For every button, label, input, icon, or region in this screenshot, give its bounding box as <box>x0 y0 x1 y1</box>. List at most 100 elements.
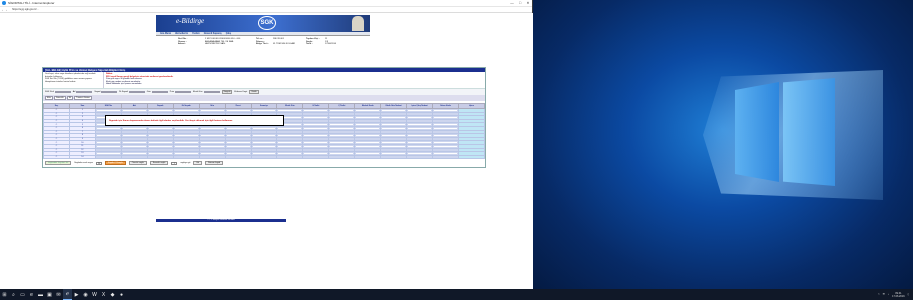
chevron-up-icon[interactable]: ˄ <box>878 293 879 296</box>
refresh-button[interactable]: Yenile <box>249 90 259 94</box>
period-record-button[interactable]: Dönem kaydı <box>204 161 224 166</box>
grid-cell-input[interactable] <box>94 154 122 160</box>
goto-button[interactable]: Git <box>193 161 202 166</box>
edge-icon[interactable]: e <box>27 289 36 300</box>
cell-field[interactable] <box>173 155 199 159</box>
notification-icon[interactable]: ▯ <box>908 293 909 296</box>
url-text[interactable]: https://uyg.sgk.gov.tr/... <box>12 8 39 11</box>
cell-field[interactable] <box>147 155 173 159</box>
tab-ekle[interactable]: Ekle <box>45 96 53 100</box>
grid-cell-input[interactable] <box>198 154 226 160</box>
maximize-button[interactable]: □ <box>516 1 524 5</box>
banner-person-image <box>352 16 364 31</box>
menu-hizmetlerim[interactable]: Hizmetlerim <box>175 33 188 35</box>
tab-guncelle[interactable]: Güncelle <box>53 96 66 100</box>
app-icon[interactable]: ● <box>117 289 126 300</box>
menu-guvenli-kapanis[interactable]: Güvenli Kapanış <box>204 33 222 35</box>
field-label: Gün <box>146 90 151 93</box>
notes-right: Dikkat: 5510 sayılı Kanun gereği belgele… <box>103 72 485 88</box>
minimize-button[interactable]: — <box>508 1 516 5</box>
goto-label: sayfaya git <box>180 162 191 165</box>
prim-input[interactable] <box>175 90 192 94</box>
cell-field[interactable] <box>199 155 225 159</box>
eksik-gun-input[interactable] <box>203 90 220 94</box>
menu-yardim[interactable]: Yardım <box>192 33 200 35</box>
cell-field[interactable] <box>355 155 381 159</box>
grid-cell-input[interactable] <box>120 154 148 160</box>
window-title: SİGORTALI TİLİ - Internet Explorer <box>8 1 55 5</box>
sgk-logo: SGK <box>258 16 276 30</box>
browser-titlebar[interactable]: SİGORTALI TİLİ - Internet Explorer — □ ✕ <box>0 0 532 7</box>
brand-title: e-Bildirge <box>176 17 205 25</box>
cell-field[interactable] <box>277 155 303 159</box>
search-field: Soyad <box>94 90 118 94</box>
menu-cikis[interactable]: Çıkış <box>226 33 232 35</box>
field-label: Ad <box>72 90 76 93</box>
next-page-button[interactable]: Sonraki sayfa <box>149 161 169 166</box>
grid-cell-input[interactable] <box>276 154 304 160</box>
confirm-button[interactable]: Kaydet / Onayla <box>104 161 126 166</box>
search-field: Eksik Gün <box>193 90 220 94</box>
forward-icon[interactable]: › <box>6 8 10 12</box>
tab-tumunu-goster[interactable]: Tümünü Göster <box>74 96 92 100</box>
grid-cell-input[interactable] <box>432 154 459 160</box>
row-action-cell[interactable] <box>458 154 485 160</box>
explorer-icon[interactable]: ▬ <box>36 289 45 300</box>
firefox-icon[interactable]: ◉ <box>81 289 90 300</box>
cell-field[interactable] <box>381 155 407 159</box>
grid-cell-input[interactable] <box>224 154 252 160</box>
network-icon[interactable]: ☰ <box>883 293 885 296</box>
excel-icon[interactable]: X <box>99 289 108 300</box>
row-checkbox[interactable]: □ <box>43 154 70 160</box>
cell-field[interactable] <box>95 155 121 159</box>
delete-page-button[interactable]: Sayfadaki Kayıtları Sil <box>45 161 72 166</box>
page-banner: e-Bildirge SGK <box>156 15 370 32</box>
grid-cell-input[interactable] <box>380 154 408 160</box>
cell-field[interactable] <box>303 155 329 159</box>
mail-icon[interactable]: ✉ <box>54 289 63 300</box>
cell-field[interactable] <box>121 155 147 159</box>
cell-field[interactable] <box>407 155 433 159</box>
table-row: □ 14 <box>43 154 485 160</box>
ilk-soyad-input[interactable] <box>128 90 145 94</box>
field-label: SGK Sicil <box>45 90 54 93</box>
clock[interactable]: 09:41 17.06.2016 <box>892 292 905 298</box>
taskbar: ⊞ ⌕ ▭ e ▬ ▣ ✉ ℯ ▶ ◉ W X ◆ ● ˄ ☰ ♪ 09:41 … <box>0 289 913 300</box>
cell-field[interactable] <box>329 155 355 159</box>
task-view-icon[interactable]: ▭ <box>18 289 27 300</box>
menu-ana-menu[interactable]: Ana Menü <box>160 33 171 35</box>
field-label: Eksik Gün <box>193 90 203 93</box>
search-icon[interactable]: ⌕ <box>9 289 18 300</box>
grid-cell-input[interactable] <box>302 154 330 160</box>
search-field: İlk Soyad <box>119 90 145 94</box>
close-button[interactable]: ✕ <box>524 1 532 5</box>
cell-field[interactable] <box>225 155 251 159</box>
tab-sil[interactable]: Sil <box>66 96 74 100</box>
grid-cell-input[interactable] <box>146 154 174 160</box>
cell-field[interactable] <box>251 155 277 159</box>
prev-page-button[interactable]: Önceki sayfa <box>128 161 147 166</box>
start-icon[interactable]: ⊞ <box>0 289 9 300</box>
goto-page-input[interactable]: 1 <box>171 161 178 165</box>
volume-icon[interactable]: ♪ <box>888 293 889 296</box>
ad-input[interactable] <box>76 90 93 94</box>
sgk-sicil-input[interactable] <box>54 90 71 94</box>
cell-field[interactable] <box>433 155 458 159</box>
search-field: Ad <box>72 90 93 94</box>
action-tabs: Ekle Güncelle Sil Tümünü Göster <box>43 95 485 101</box>
media-icon[interactable]: ▶ <box>72 289 81 300</box>
browser-window: SİGORTALI TİLİ - Internet Explorer — □ ✕… <box>0 0 533 289</box>
grid-cell-input[interactable] <box>406 154 434 160</box>
ie-icon[interactable]: ℯ <box>63 289 72 300</box>
grid-cell-input[interactable] <box>250 154 278 160</box>
word-icon[interactable]: W <box>90 289 99 300</box>
gun-input[interactable] <box>151 90 168 94</box>
grid-cell-input[interactable] <box>172 154 200 160</box>
grid-cell-input[interactable] <box>328 154 356 160</box>
search-button[interactable]: Sorgula <box>221 90 233 94</box>
store-icon[interactable]: ▣ <box>45 289 54 300</box>
page-size-input[interactable]: 20 <box>95 161 102 165</box>
grid-cell-input[interactable] <box>354 154 382 160</box>
soyad-input[interactable] <box>101 90 118 94</box>
pdf-icon[interactable]: ◆ <box>108 289 117 300</box>
